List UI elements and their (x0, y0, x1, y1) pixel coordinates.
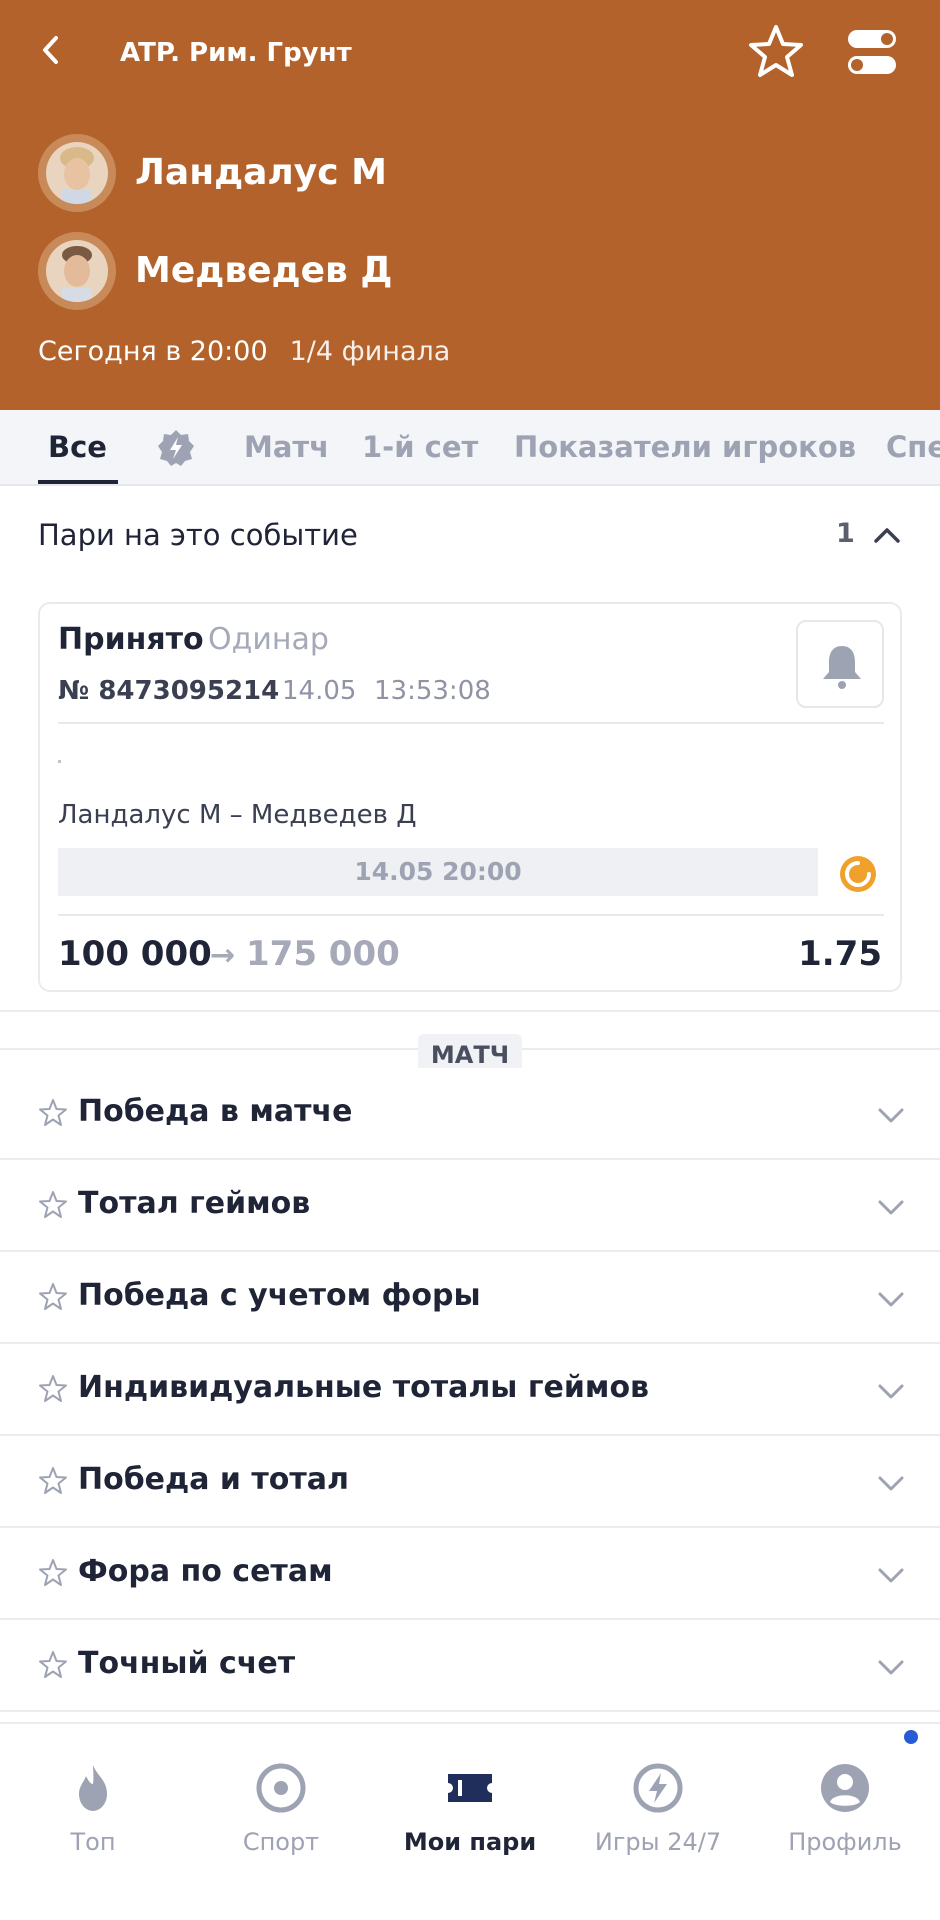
player2-name: Медведев Д (135, 250, 393, 291)
favorite-star-icon[interactable] (746, 22, 806, 82)
bet-number: № 8473095214 (58, 676, 280, 706)
star-icon[interactable] (38, 1374, 68, 1404)
bet-event-bar: 14.05 20:00 (58, 848, 818, 896)
player1-name: Ландалус М (135, 152, 387, 193)
chevron-up-icon[interactable] (872, 520, 902, 550)
player-row-1: Ландалус М (38, 134, 738, 214)
chevron-down-icon (878, 1108, 904, 1123)
bets-count: 1 (836, 518, 855, 549)
player1-avatar (38, 134, 116, 212)
match-meta: Сегодня в 20:00 1/4 финала (38, 336, 450, 367)
profile-icon (821, 1764, 869, 1812)
star-icon[interactable] (38, 1558, 68, 1588)
section-divider (0, 1010, 940, 1012)
bet-card[interactable]: Принято Одинар № 8473095214 14.05 13:53:… (38, 602, 902, 992)
match-header: ATP. Рим. Грунт Ландалус М Медведев Д Се… (0, 0, 940, 410)
market-label: Тотал геймов (78, 1186, 311, 1221)
nav-label: Игры 24/7 (594, 1828, 722, 1856)
settings-toggle-icon[interactable] (846, 26, 898, 78)
market-row[interactable]: Победа и тотал (0, 1436, 940, 1528)
ticket-icon (448, 1774, 492, 1802)
lightning-badge-icon[interactable] (156, 428, 196, 468)
market-label: Индивидуальные тоталы геймов (78, 1370, 650, 1405)
nav-label: Топ (70, 1828, 116, 1856)
market-label: Победа в матче (78, 1094, 353, 1129)
chevron-down-icon (878, 1200, 904, 1215)
chevron-down-icon (878, 1292, 904, 1307)
market-label: Победа и тотал (78, 1462, 349, 1497)
market-row[interactable]: Фора по сетам (0, 1528, 940, 1620)
market-label: Победа с учетом форы (78, 1278, 481, 1313)
market-label: Фора по сетам (78, 1554, 333, 1589)
tab-first-set[interactable]: 1-й сет (362, 430, 478, 464)
card-divider (58, 722, 884, 724)
arrow-right-icon: → (210, 938, 236, 973)
bet-event-time: 14.05 20:00 (354, 857, 522, 886)
card-divider (58, 914, 884, 916)
live-status-icon (840, 856, 876, 892)
tab-match[interactable]: Матч (244, 430, 329, 464)
market-label: Точный счет (78, 1646, 296, 1681)
bet-dot (58, 760, 61, 763)
chevron-down-icon (878, 1660, 904, 1675)
bell-icon (823, 646, 861, 689)
league-title: ATP. Рим. Грунт (120, 38, 352, 68)
bet-stake: 100 000 (58, 934, 212, 974)
bottom-navigation: Топ Спорт Мои пари Игры 24/7 Профиль (0, 1722, 940, 1920)
market-row[interactable]: Тотал геймов (0, 1160, 940, 1252)
bet-date: 14.05 (282, 676, 357, 706)
chevron-down-icon (878, 1476, 904, 1491)
star-icon[interactable] (38, 1650, 68, 1680)
star-icon[interactable] (38, 1190, 68, 1220)
nav-label: Мои пари (403, 1828, 537, 1856)
tab-specials[interactable]: Спе (886, 430, 940, 464)
tab-all[interactable]: Все (48, 430, 107, 464)
bet-status: Принято (58, 622, 204, 657)
lightning-icon (633, 1763, 683, 1813)
nav-sport[interactable]: Спорт (191, 1750, 371, 1860)
tournament-stage: 1/4 финала (289, 336, 451, 367)
star-icon[interactable] (38, 1098, 68, 1128)
star-icon[interactable] (38, 1466, 68, 1496)
back-arrow-icon[interactable] (36, 30, 66, 70)
nav-label: Спорт (242, 1828, 320, 1856)
bet-odds: 1.75 (798, 934, 882, 974)
chevron-down-icon (878, 1384, 904, 1399)
bets-section-title[interactable]: Пари на это событие (38, 518, 358, 552)
sport-icon (256, 1763, 306, 1813)
market-tabs: Все Матч 1-й сет Показатели игроков Спе (0, 410, 940, 486)
player-row-2: Медведев Д (38, 232, 738, 312)
bet-time: 13:53:08 (374, 676, 491, 706)
nav-top[interactable]: Топ (3, 1750, 183, 1860)
star-icon[interactable] (38, 1282, 68, 1312)
player2-avatar (38, 232, 116, 310)
bet-potential-win: 175 000 (246, 934, 400, 974)
notification-dot (904, 1730, 918, 1744)
market-row[interactable]: Точный счет (0, 1620, 940, 1712)
bet-match-name: Ландалус М – Медведев Д (58, 800, 417, 830)
notification-bell-button[interactable] (796, 620, 884, 708)
nav-my-bets[interactable]: Мои пари (380, 1750, 560, 1860)
active-tab-indicator (38, 480, 118, 484)
market-row[interactable]: Победа в матче (0, 1068, 940, 1160)
market-row[interactable]: Индивидуальные тоталы геймов (0, 1344, 940, 1436)
bet-type: Одинар (208, 622, 329, 657)
nav-profile[interactable]: Профиль (755, 1750, 935, 1860)
start-time: Сегодня в 20:00 (38, 336, 268, 367)
chevron-down-icon (878, 1568, 904, 1583)
tab-player-stats[interactable]: Показатели игроков (514, 430, 856, 464)
flame-icon (79, 1765, 107, 1811)
nav-label: Профиль (788, 1828, 902, 1856)
nav-games[interactable]: Игры 24/7 (568, 1750, 748, 1860)
market-row[interactable]: Победа с учетом форы (0, 1252, 940, 1344)
